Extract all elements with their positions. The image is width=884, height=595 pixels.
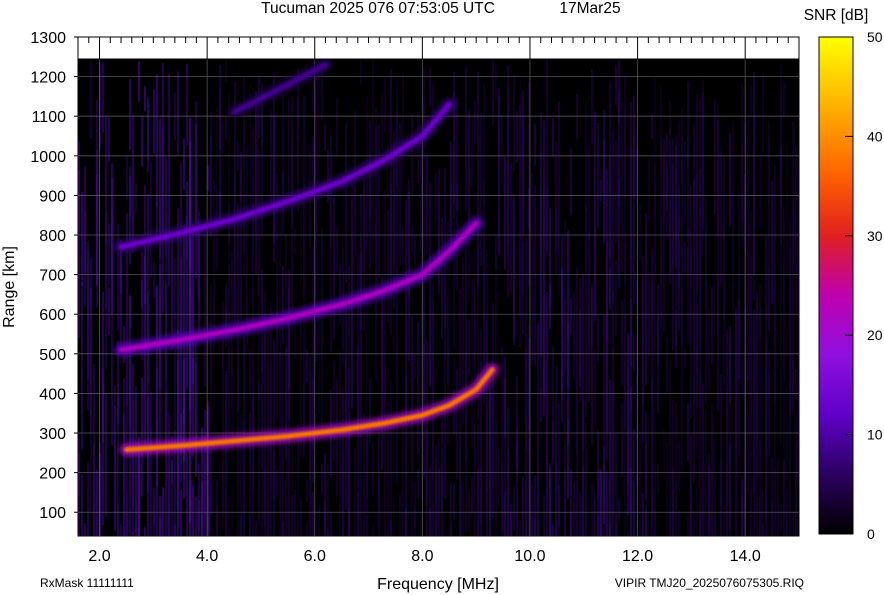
y-tick-labels: 100 200 300 400 500 600 700 800 900 1000 1100 1200 1… — [30, 30, 78, 522]
colorbar — [818, 36, 854, 535]
y-tick-label: 300 — [39, 426, 66, 443]
y-tick-label: 1000 — [30, 149, 66, 166]
y-tick-label: 900 — [39, 188, 66, 205]
y-tick-label: 100 — [39, 505, 66, 522]
y-tick-label: 600 — [39, 307, 66, 324]
y-tick-label: 500 — [39, 347, 66, 364]
colorbar-tick-label: 40 — [867, 128, 883, 144]
x-axis-label: Frequency [MHz] — [377, 576, 499, 593]
x-tick-label: 12.0 — [622, 548, 653, 565]
colorbar-tick-label: 0 — [867, 526, 875, 542]
y-tick-label: 1100 — [32, 109, 67, 126]
ionogram-chart: Tucuman 2025 076 07:53:05 UTC 17Mar25 10… — [1, 0, 883, 593]
colorbar-label: SNR [dB] — [804, 7, 869, 24]
x-tick-label: 8.0 — [411, 548, 433, 565]
rxmask-label: RxMask 11111111 — [40, 576, 134, 590]
colorbar-tick-label: 50 — [867, 29, 883, 45]
y-axis-label: Range [km] — [1, 246, 18, 328]
colorbar-tick-label: 30 — [867, 228, 883, 244]
chart-date: 17Mar25 — [559, 0, 620, 17]
x-tick-label: 10.0 — [514, 548, 545, 565]
x-tick-label: 2.0 — [88, 548, 110, 565]
colorbar-tick-label: 20 — [867, 327, 883, 343]
x-tick-labels: 2.0 4.0 6.0 8.0 10.0 12.0 14.0 — [88, 548, 760, 565]
colorbar-tick-label: 10 — [867, 427, 883, 443]
x-tick-label: 6.0 — [304, 548, 326, 565]
y-tick-label: 800 — [39, 228, 66, 245]
y-tick-label: 200 — [39, 466, 66, 483]
chart-title: Tucuman 2025 076 07:53:05 UTC — [261, 0, 495, 17]
y-tick-label: 400 — [39, 386, 66, 403]
x-tick-label: 4.0 — [196, 548, 218, 565]
y-tick-label: 700 — [39, 268, 66, 285]
y-tick-label: 1200 — [30, 70, 66, 87]
file-label: VIPIR TMJ20_2025076075305.RIQ — [615, 576, 804, 590]
x-tick-label: 14.0 — [730, 548, 761, 565]
y-tick-label: 1300 — [30, 30, 66, 47]
